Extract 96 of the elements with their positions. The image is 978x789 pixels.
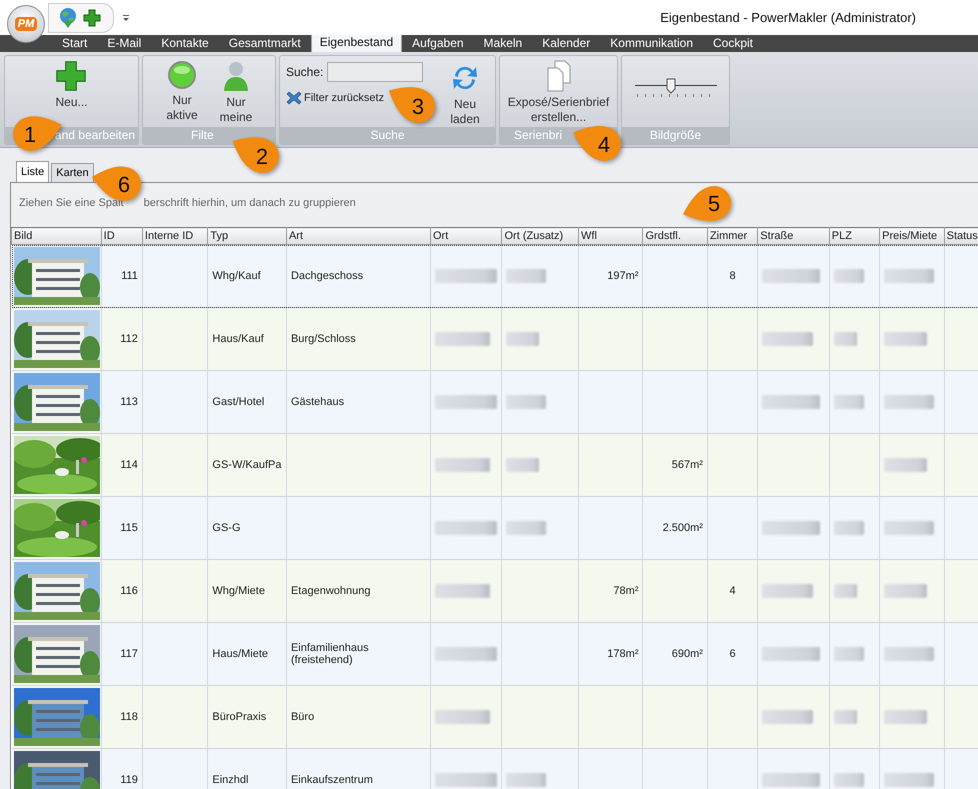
blurred-text [762, 332, 814, 346]
blurred-text [884, 647, 934, 661]
column-header[interactable]: Bild [12, 228, 102, 244]
blurred-text [434, 773, 497, 787]
table-row[interactable]: 111 Whg/Kauf Dachgeschoss 197m² 8 [12, 244, 978, 308]
close-icon [286, 90, 302, 106]
blurred-text [762, 584, 814, 598]
table-cell: 119 [101, 748, 142, 789]
group-label: Suche [280, 127, 495, 144]
blurred-text [762, 269, 820, 283]
blurred-text [762, 647, 820, 661]
blurred-text [434, 710, 490, 724]
window-title: Eigenbestand - PowerMakler (Administrator) [660, 10, 916, 25]
blurred-text [834, 395, 864, 409]
column-header[interactable]: Ort [430, 228, 502, 244]
blurred-text [884, 710, 928, 724]
blurred-text [434, 395, 497, 409]
blurred-text [434, 458, 490, 472]
blurred-text [434, 269, 497, 283]
column-header[interactable]: Grdstfl. [642, 228, 708, 244]
column-header[interactable]: Status [944, 228, 978, 244]
blurred-text [884, 458, 928, 472]
blurred-text [834, 584, 857, 598]
column-header[interactable]: Interne ID [142, 228, 208, 244]
ribbon-tab[interactable]: Makeln [474, 35, 532, 52]
blurred-text [834, 332, 857, 346]
plus-icon[interactable] [83, 8, 101, 26]
blurred-text [834, 773, 864, 787]
blurred-text [434, 521, 497, 535]
blurred-text [434, 332, 490, 346]
blurred-text [884, 584, 928, 598]
blurred-text [834, 269, 864, 283]
table-row[interactable]: 116 Whg/Miete Etagenwohnung 78m² 4 [12, 560, 978, 622]
blurred-text [834, 521, 864, 535]
ribbon-tab[interactable]: Gesamtmarkt [218, 35, 311, 52]
table-cell: Einkaufszentrum [286, 748, 430, 789]
blurred-text [434, 584, 490, 598]
blurred-text [884, 269, 934, 283]
ribbon-tab[interactable]: E-Mail [97, 35, 152, 52]
group-hint: berschrift hierhin, um danach zu gruppieren [144, 197, 356, 209]
blurred-text [884, 332, 928, 346]
search-label: Suche: [286, 65, 324, 79]
blurred-text [506, 458, 540, 472]
blurred-text [834, 647, 864, 661]
ribbon-tab[interactable]: Aufgaben [402, 35, 474, 52]
column-header[interactable]: Zimmer [707, 228, 758, 244]
column-header[interactable]: Straße [758, 228, 830, 244]
view-tab[interactable]: Karten [51, 163, 94, 182]
table-row[interactable]: 113 Gast/Hotel Gästehaus [12, 370, 978, 434]
blurred-text [762, 773, 820, 787]
blurred-text [884, 773, 934, 787]
table-row[interactable]: 114 GS-W/KaufPa 567m² [12, 434, 978, 496]
column-header[interactable]: Ort (Zusatz) [502, 228, 579, 244]
only-mine-button[interactable]: Nur meine [212, 60, 260, 125]
blurred-text [834, 710, 857, 724]
column-header[interactable]: ID [101, 228, 142, 244]
blurred-text [762, 395, 820, 409]
table-row[interactable]: 118 BüroPraxis Büro [12, 686, 978, 748]
column-header[interactable]: Art [286, 228, 430, 244]
slider-thumb[interactable] [666, 78, 676, 94]
ribbon-tab[interactable]: Start [52, 35, 98, 52]
blurred-text [884, 521, 934, 535]
dropdown-icon[interactable] [122, 14, 130, 22]
column-header[interactable]: PLZ [829, 228, 880, 244]
group-label: Bildgröße [622, 127, 729, 144]
person-icon [223, 60, 249, 92]
table-row[interactable]: 117 Haus/Miete Einfamilienhaus (freistehend) 178m² 690m² 6 [12, 622, 978, 686]
blurred-text [762, 710, 814, 724]
ribbon-tab[interactable]: Kontakte [151, 35, 219, 52]
column-header[interactable]: Preis/Miete [880, 228, 944, 244]
reload-button[interactable]: Neu laden [441, 62, 489, 127]
table-row[interactable]: 115 GS-G 2.500m² [12, 496, 978, 560]
ribbon-tab[interactable]: Kommunikation [600, 35, 703, 52]
blurred-text [506, 269, 546, 283]
search-field[interactable] [327, 62, 424, 82]
globe-icon[interactable] [57, 6, 79, 28]
table-cell: Einzhdl [208, 748, 286, 789]
reset-filter-button[interactable]: Filter zurücksetz [286, 90, 384, 106]
column-header[interactable]: Typ [208, 228, 286, 244]
ribbon-tab[interactable]: Kalender [532, 35, 600, 52]
table-row[interactable]: 119 Einzhdl Einkaufszentrum [12, 748, 978, 789]
status-light-icon [167, 60, 197, 90]
documents-icon [544, 60, 572, 92]
expose-button[interactable]: Exposé/Serienbrief erstellen... [502, 60, 615, 125]
table-row[interactable]: 112 Haus/Kauf Burg/Schloss [12, 308, 978, 370]
blurred-text [506, 773, 546, 787]
only-active-button[interactable]: Nur aktive [158, 60, 206, 123]
view-tab[interactable]: Liste [16, 161, 50, 182]
blurred-text [506, 395, 546, 409]
blurred-text [434, 647, 497, 661]
column-header[interactable]: Wfl [578, 228, 643, 244]
blurred-text [506, 521, 546, 535]
blurred-text [506, 332, 540, 346]
ribbon-tab[interactable]: Cockpit [703, 35, 764, 52]
blurred-text [884, 395, 934, 409]
blurred-text [762, 521, 820, 535]
